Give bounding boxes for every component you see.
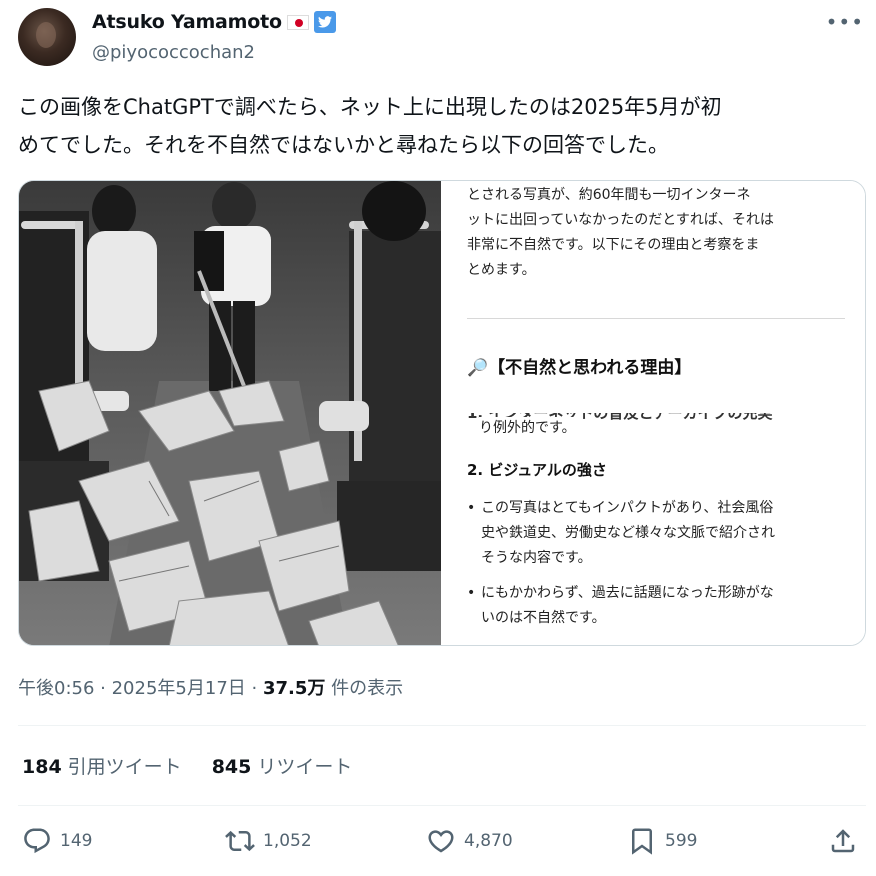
answer-bullet-line: 史や鉄道史、労働史など様々な文脈で紹介され (481, 525, 775, 541)
tweet-metadata: 午後0:56 · 2025年5月17日 · 37.5万 件の表示 (18, 674, 403, 700)
answer-section-heading: 2. ビジュアルの強さ (467, 461, 607, 479)
quote-count: 184 (22, 756, 62, 778)
bookmark-button[interactable]: 599 (627, 826, 697, 856)
bookmark-icon (632, 828, 652, 855)
tweet-text: この画像をChatGPTで調べたら、ネット上に出現したのは2025年5月が初 め… (18, 88, 864, 164)
tweet-time[interactable]: 午後0:56 (18, 678, 94, 699)
tweet-date[interactable]: 2025年5月17日 (112, 678, 246, 699)
tweet-text-line: めてでした。それを不自然ではないかと尋ねたら以下の回答でした。 (18, 133, 669, 157)
answer-continuation: り例外的です。 (479, 417, 576, 437)
verified-badge-icon (313, 11, 336, 33)
retweet-icon (225, 830, 255, 852)
japan-flag-icon (286, 14, 309, 30)
reply-count: 149 (60, 831, 93, 851)
tweet-header: Atsuko Yamamoto @piyococcochan2 ••• (18, 8, 866, 68)
author-name-row: Atsuko Yamamoto (92, 11, 336, 33)
engagement-stats: 184 引用ツイート 845 リツイート (22, 752, 352, 779)
answer-divider (467, 318, 845, 319)
retweet-count: 845 (211, 756, 252, 778)
share-button[interactable] (828, 826, 858, 856)
quote-label: 引用ツイート (67, 756, 182, 778)
bookmark-count: 599 (665, 831, 698, 851)
avatar[interactable] (18, 8, 76, 66)
divider (18, 805, 866, 806)
heart-icon (428, 830, 454, 853)
quote-tweets-stat[interactable]: 184 引用ツイート (22, 752, 182, 779)
answer-line: とめます。 (467, 262, 536, 278)
answer-bullet-line: にもかかわらず、過去に話題になった形跡がな (481, 585, 774, 601)
more-options-icon[interactable]: ••• (826, 10, 864, 34)
reply-icon (24, 828, 50, 854)
like-count: 4,870 (464, 831, 513, 851)
tweet-text-line: この画像をChatGPTで調べたら、ネット上に出現したのは2025年5月が初 (18, 95, 722, 119)
view-count-label: 件の表示 (331, 678, 404, 699)
action-bar: 149 1,052 4,870 599 (0, 826, 876, 862)
answer-heading: 🔎【不自然と思われる理由】 (467, 358, 692, 378)
view-count: 37.5万 (262, 678, 326, 699)
retweets-stat[interactable]: 845 リツイート (212, 752, 353, 779)
retweet-button[interactable]: 1,052 (225, 826, 312, 856)
answer-bullet-line: いのは不自然です。 (481, 610, 606, 626)
answer-bullet-line: この写真はとてもインパクトがあり、社会風俗 (481, 500, 774, 516)
answer-line: とされる写真が、約60年間も一切インターネ (467, 187, 751, 203)
author-handle[interactable]: @piyococcochan2 (92, 42, 255, 63)
tweet-media[interactable]: とされる写真が、約60年間も一切インターネ ットに出回っていなかったのだとすれば… (18, 180, 866, 646)
answer-bullet-line: そうな内容です。 (481, 550, 592, 566)
like-button[interactable]: 4,870 (426, 826, 513, 856)
author-display-name[interactable]: Atsuko Yamamoto (92, 11, 282, 33)
photo-illustration (19, 181, 441, 645)
reply-button[interactable]: 149 (22, 826, 92, 856)
retweet-label: リツイート (257, 756, 353, 778)
meta-separator: · (100, 678, 112, 699)
chatgpt-answer-screenshot[interactable]: とされる写真が、約60年間も一切インターネ ットに出回っていなかったのだとすれば… (441, 181, 865, 645)
train-litter-photo[interactable] (19, 181, 441, 645)
retweet-count-action: 1,052 (263, 831, 312, 851)
answer-line: ットに出回っていなかったのだとすれば、それは (467, 212, 774, 228)
answer-line: 非常に不自然です。以下にその理由と考察をま (467, 237, 760, 253)
bullet-dot: • (467, 585, 476, 601)
bullet-dot: • (467, 500, 476, 516)
share-icon (831, 829, 855, 853)
divider (18, 725, 866, 726)
meta-separator: · (251, 678, 263, 699)
